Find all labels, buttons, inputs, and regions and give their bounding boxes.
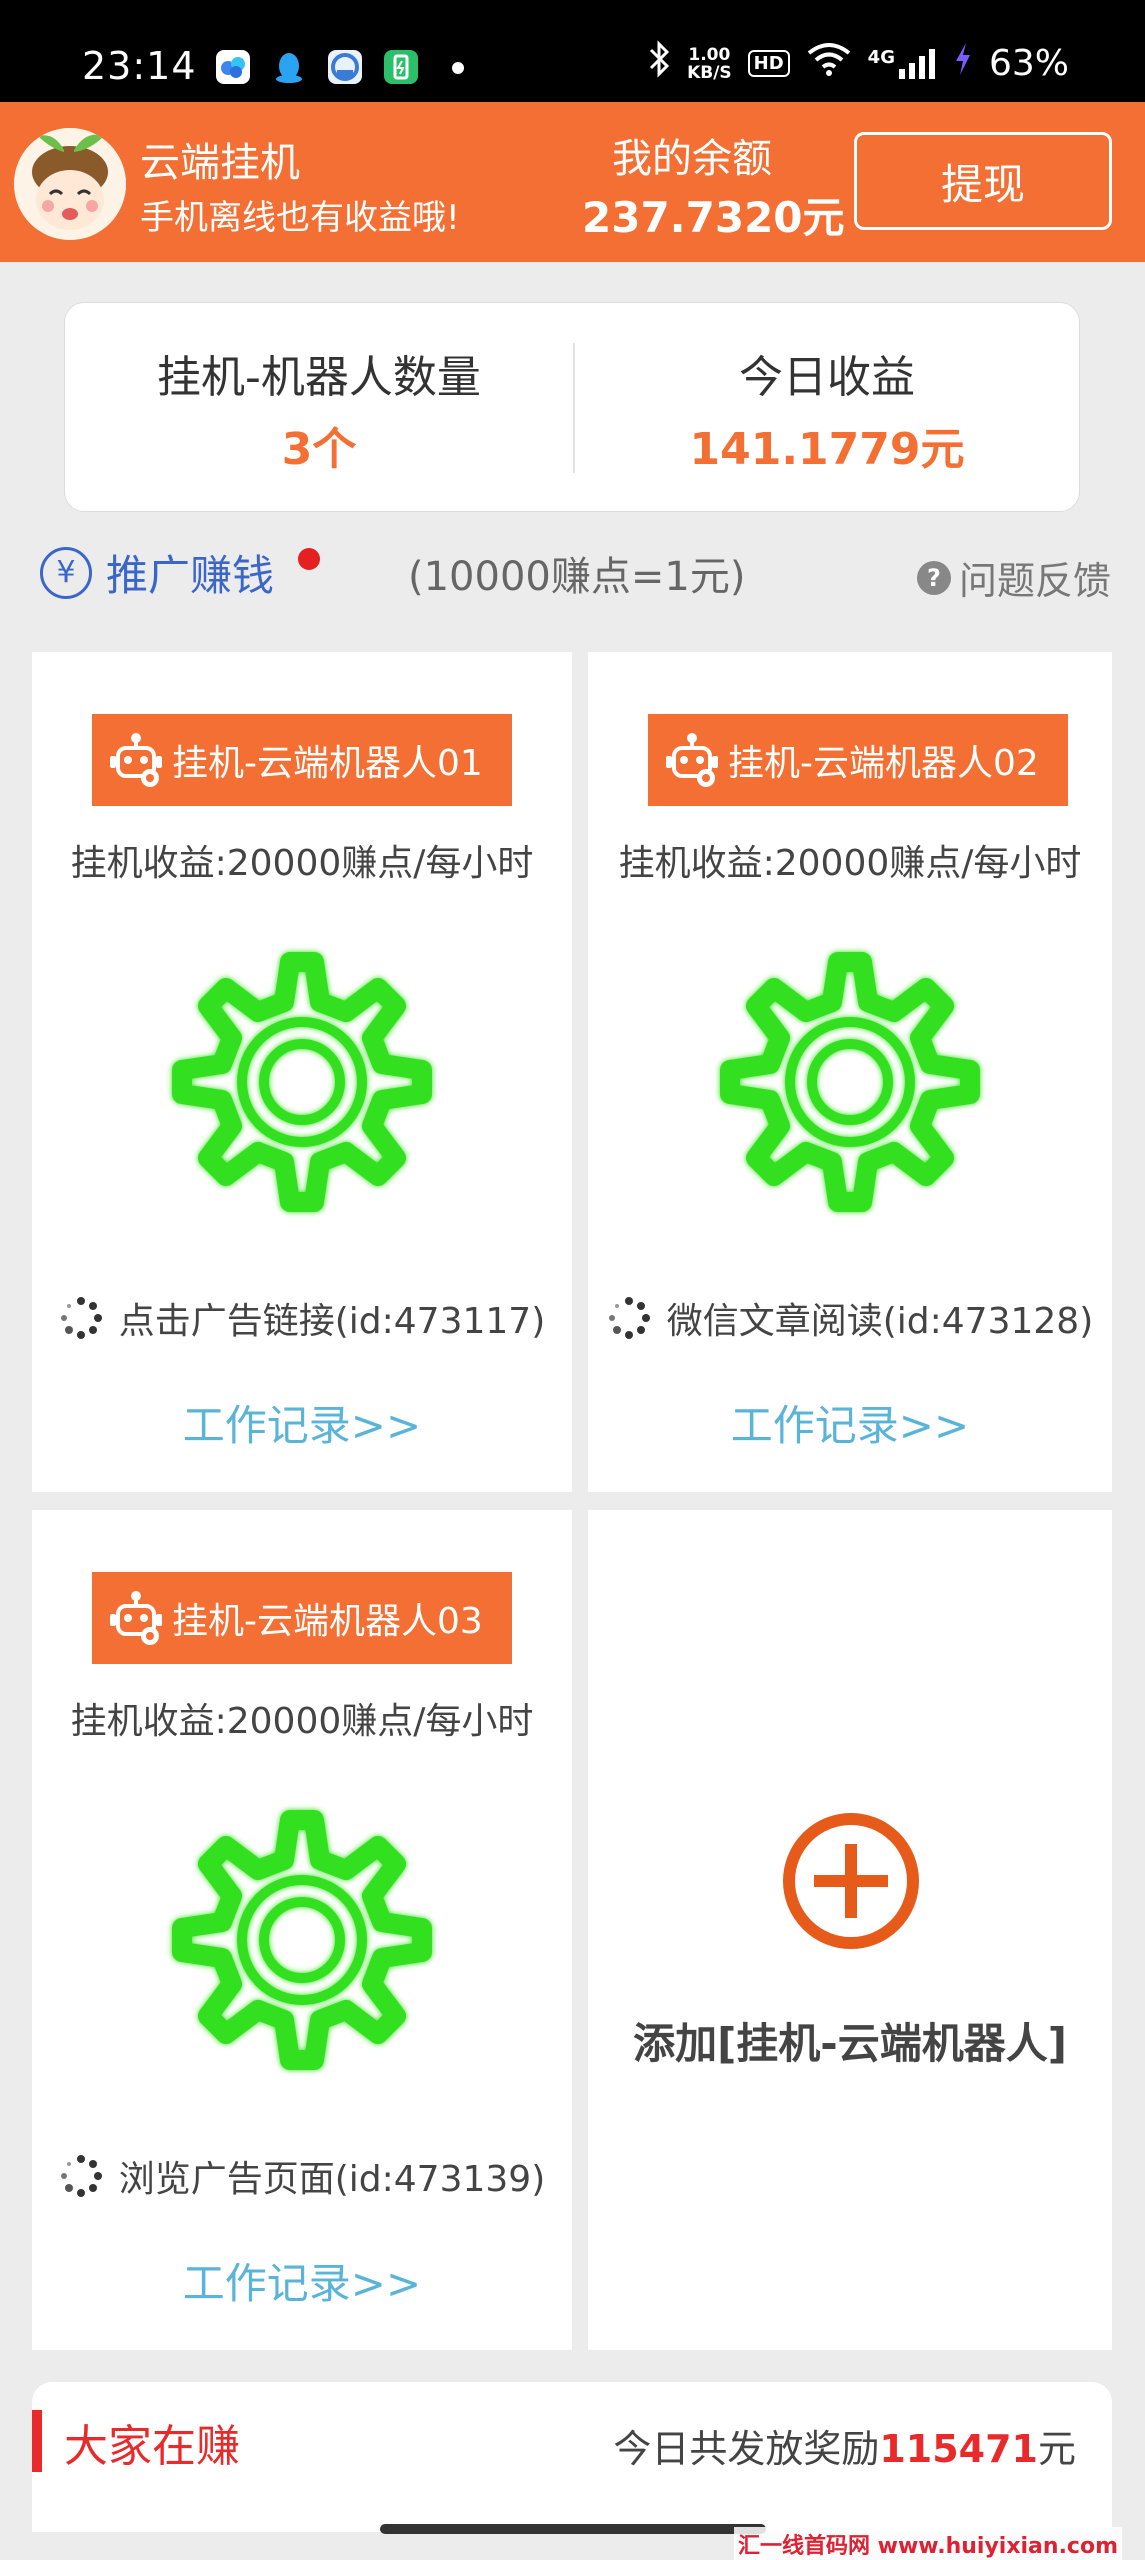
network-type: 4G	[867, 46, 895, 68]
gear-icon	[142, 922, 462, 1242]
work-log-link[interactable]: 工作记录>>	[588, 1392, 1112, 1453]
balance-label: 我的余额	[612, 136, 772, 182]
robot-count-label: 挂机-机器人数量	[157, 352, 481, 403]
app-avatar	[14, 128, 126, 240]
feedback-label: 问题反馈	[958, 559, 1111, 603]
robot-task: 点击广告链接(id:473117)	[32, 1292, 572, 1344]
battery-app-icon	[384, 50, 418, 84]
robot-name: 挂机-云端机器人02	[728, 743, 1039, 784]
everyone-earning-panel: 大家在赚 今日共发放奖励115471元	[32, 2382, 1112, 2532]
robot-icon	[108, 1589, 164, 1647]
robot-count-stat: 挂机-机器人数量 3个	[65, 303, 573, 513]
total-reward: 今日共发放奖励115471元	[613, 2418, 1076, 2473]
battery-level: 63%	[988, 43, 1069, 84]
loading-spinner-icon	[60, 1297, 102, 1339]
promo-link[interactable]: ¥ 推广赚钱	[40, 542, 274, 603]
net-speed: 1.00 KB/S	[687, 46, 732, 82]
loading-spinner-icon	[608, 1297, 650, 1339]
robot-card: 挂机-云端机器人03 挂机收益:20000赚点/每小时 浏览广告页面(id:47…	[32, 1510, 572, 2350]
work-log-link[interactable]: 工作记录>>	[32, 2250, 572, 2311]
robot-task: 微信文章阅读(id:473128)	[588, 1292, 1112, 1344]
robot-earning-rate: 挂机收益:20000赚点/每小时	[70, 1701, 534, 1742]
today-income-stat: 今日收益 141.1779元	[573, 303, 1081, 513]
today-income-value: 141.1779元	[689, 424, 965, 475]
home-indicator[interactable]	[380, 2524, 766, 2534]
add-robot-button[interactable]: 添加[挂机-云端机器人]	[588, 1510, 1112, 2350]
robot-count-value: 3个	[281, 424, 357, 475]
plus-circle-icon	[783, 1813, 919, 1949]
hd-badge: HD	[747, 50, 790, 77]
question-icon: ?	[916, 560, 951, 595]
net-speed-unit: KB/S	[687, 62, 732, 83]
robot-task-label: 点击广告链接(id:473117)	[118, 1301, 546, 1342]
add-robot-label: 添加[挂机-云端机器人]	[633, 2019, 1067, 2068]
app-subtitle: 手机离线也有收益哦!	[140, 198, 460, 238]
app-title: 云端挂机	[140, 140, 300, 186]
robot-icon	[108, 731, 164, 789]
stats-card: 挂机-机器人数量 3个 今日收益 141.1779元	[64, 302, 1080, 512]
status-bar: 23:14 1.00 KB/S HD 4G 63%	[0, 0, 1145, 102]
cloud-app-icon	[328, 50, 362, 84]
robot-icon	[664, 731, 720, 789]
total-reward-unit: 元	[1037, 2427, 1076, 2471]
robot-earning-rate: 挂机收益:20000赚点/每小时	[70, 843, 534, 884]
robot-task-label: 微信文章阅读(id:473128)	[666, 1301, 1094, 1342]
gear-icon	[142, 1780, 462, 2100]
wifi-icon	[806, 41, 852, 86]
bluetooth-icon	[647, 40, 671, 87]
robot-card: 挂机-云端机器人02 挂机收益:20000赚点/每小时 微信文章阅读(id:47…	[588, 652, 1112, 1492]
feedback-link[interactable]: ? 问题反馈	[916, 550, 1111, 605]
gear-icon	[690, 922, 1010, 1242]
net-speed-value: 1.00	[688, 44, 731, 65]
robot-task: 浏览广告页面(id:473139)	[32, 2150, 572, 2202]
robot-name: 挂机-云端机器人01	[172, 743, 483, 784]
robot-name-badge: 挂机-云端机器人01	[92, 714, 512, 806]
status-time: 23:14	[82, 44, 197, 88]
status-indicators: 1.00 KB/S HD 4G 63%	[647, 40, 1069, 87]
app-header: 云端挂机 手机离线也有收益哦! 我的余额 237.7320元 提现	[0, 102, 1145, 262]
promo-notification-dot	[298, 548, 320, 570]
today-income-label: 今日收益	[739, 352, 915, 403]
signal-icon: 4G	[868, 47, 937, 81]
loading-spinner-icon	[60, 2155, 102, 2197]
exchange-rate: (10000赚点=1元)	[408, 554, 746, 600]
work-log-link[interactable]: 工作记录>>	[32, 1392, 572, 1453]
robot-name: 挂机-云端机器人03	[172, 1601, 483, 1642]
balance-value: 237.7320元	[582, 193, 845, 242]
robot-name-badge: 挂机-云端机器人03	[92, 1572, 512, 1664]
charging-icon	[953, 41, 973, 86]
total-reward-prefix: 今日共发放奖励	[613, 2427, 880, 2471]
robot-name-badge: 挂机-云端机器人02	[648, 714, 1068, 806]
robot-earning-rate: 挂机收益:20000赚点/每小时	[618, 843, 1082, 884]
robot-card: 挂机-云端机器人01 挂机收益:20000赚点/每小时 点击广告链接(id:47…	[32, 652, 572, 1492]
section-accent-bar	[32, 2410, 42, 2472]
promo-label: 推广赚钱	[106, 551, 275, 600]
total-reward-value: 115471	[879, 2427, 1038, 2471]
site-watermark: 汇一线首码网 www.huiyixian.com	[734, 2527, 1123, 2560]
yuan-coin-icon: ¥	[40, 546, 92, 599]
baidu-netdisk-icon	[216, 50, 250, 84]
robot-task-label: 浏览广告页面(id:473139)	[118, 2159, 546, 2200]
withdraw-button[interactable]: 提现	[854, 132, 1112, 230]
everyone-earning-title: 大家在赚	[64, 2421, 240, 2472]
qq-icon	[272, 50, 306, 84]
notification-dot-icon	[452, 62, 464, 74]
